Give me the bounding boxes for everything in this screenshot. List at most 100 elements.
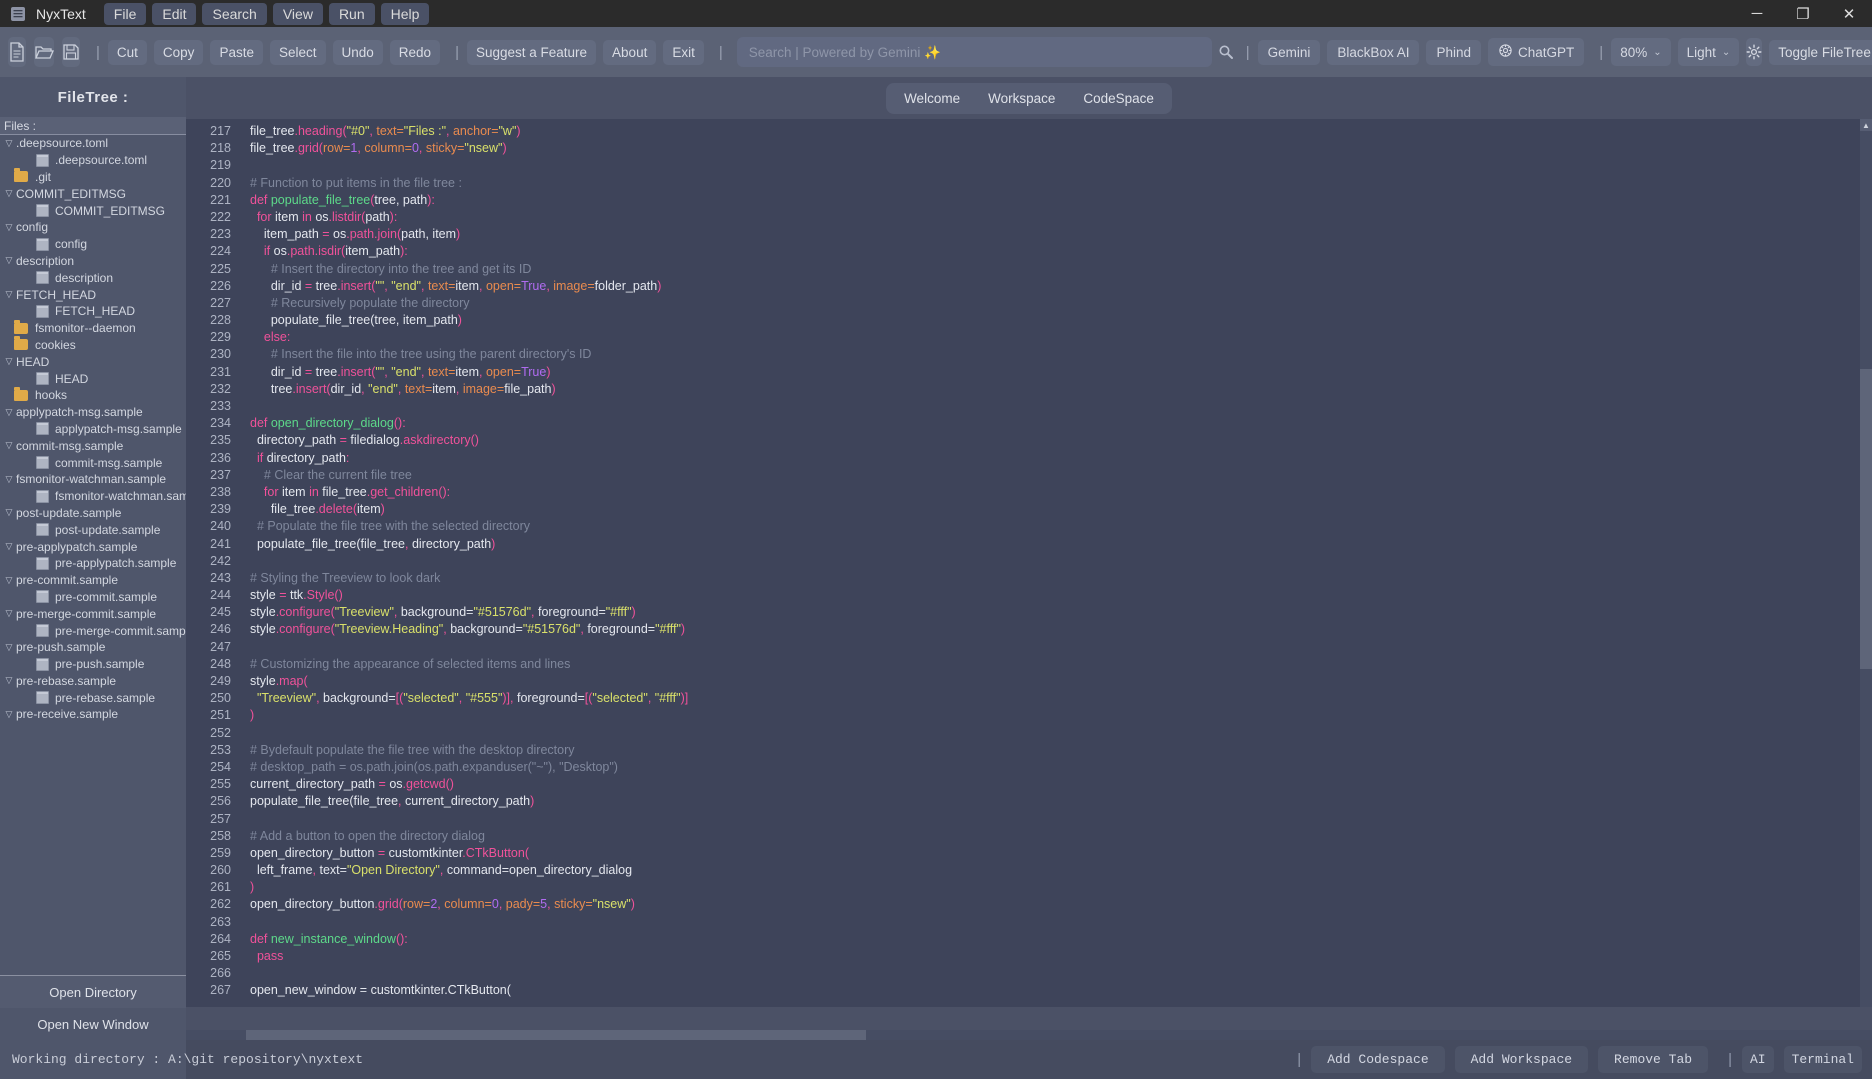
chevron-down-icon[interactable]: ▽ — [2, 474, 16, 485]
cut-button[interactable]: Cut — [108, 40, 147, 65]
code-line[interactable]: dir_id = tree.insert("", "end", text=ite… — [250, 278, 1872, 295]
code-line[interactable]: # Add a button to open the directory dia… — [250, 828, 1872, 845]
filetree-item[interactable]: hooks — [0, 387, 186, 404]
code-line[interactable]: if directory_path: — [250, 450, 1872, 467]
magnifier-icon[interactable] — [1218, 39, 1234, 65]
filetree-list[interactable]: ▽.deepsource.toml.deepsource.toml.git▽CO… — [0, 135, 186, 975]
code-line[interactable]: style.configure("Treeview", background="… — [250, 604, 1872, 621]
filetree-item[interactable]: ▽HEAD — [0, 353, 186, 370]
code-line[interactable]: pass — [250, 948, 1872, 965]
toggle-filetree-button[interactable]: Toggle FileTree — [1769, 40, 1872, 65]
code-line[interactable]: def new_instance_window(): — [250, 931, 1872, 948]
code-line[interactable]: def open_directory_dialog(): — [250, 415, 1872, 432]
select-button[interactable]: Select — [270, 40, 326, 65]
tab-workspace[interactable]: Workspace — [976, 87, 1067, 110]
chevron-down-icon[interactable]: ▽ — [2, 440, 16, 451]
undo-button[interactable]: Undo — [333, 40, 383, 65]
vscroll-thumb[interactable] — [1860, 369, 1872, 669]
suggest-feature-button[interactable]: Suggest a Feature — [467, 40, 596, 65]
code-line[interactable]: dir_id = tree.insert("", "end", text=ite… — [250, 364, 1872, 381]
code-line[interactable]: file_tree.delete(item) — [250, 501, 1872, 518]
code-line[interactable] — [250, 553, 1872, 570]
filetree-item[interactable]: ▽pre-push.sample — [0, 639, 186, 656]
code-content[interactable]: file_tree.heading("#0", text="Files :", … — [240, 119, 1872, 1007]
filetree-item[interactable]: pre-applypatch.sample — [0, 555, 186, 572]
code-line[interactable]: def populate_file_tree(tree, path): — [250, 192, 1872, 209]
filetree-item[interactable]: ▽pre-commit.sample — [0, 572, 186, 589]
chevron-down-icon[interactable]: ▽ — [2, 222, 16, 233]
filetree-item[interactable]: ▽config — [0, 219, 186, 236]
copy-button[interactable]: Copy — [154, 40, 204, 65]
chevron-down-icon[interactable]: ▽ — [2, 675, 16, 686]
chevron-down-icon[interactable]: ▽ — [2, 507, 16, 518]
filetree-item[interactable]: cookies — [0, 337, 186, 354]
filetree-item[interactable]: pre-commit.sample — [0, 589, 186, 606]
save-icon[interactable] — [62, 37, 80, 67]
gear-icon[interactable] — [1746, 38, 1762, 66]
code-line[interactable]: # Recursively populate the directory — [250, 295, 1872, 312]
maximize-button[interactable]: ❐ — [1780, 0, 1826, 27]
code-line[interactable]: # Insert the file into the tree using th… — [250, 346, 1872, 363]
blackbox-ai-button[interactable]: BlackBox AI — [1327, 40, 1419, 65]
filetree-item[interactable]: ▽commit-msg.sample — [0, 437, 186, 454]
filetree-item[interactable]: ▽pre-rebase.sample — [0, 673, 186, 690]
menu-help[interactable]: Help — [381, 3, 430, 25]
menu-file[interactable]: File — [104, 3, 147, 25]
filetree-item[interactable]: .deepsource.toml — [0, 152, 186, 169]
filetree-item[interactable]: pre-merge-commit.sample — [0, 622, 186, 639]
remove-tab-button[interactable]: Remove Tab — [1598, 1046, 1708, 1073]
chevron-down-icon[interactable]: ▽ — [2, 255, 16, 266]
chatgpt-button[interactable]: ChatGPT — [1488, 38, 1584, 66]
exit-button[interactable]: Exit — [663, 40, 704, 65]
code-line[interactable]: populate_file_tree(file_tree, directory_… — [250, 536, 1872, 553]
filetree-item[interactable]: ▽description — [0, 253, 186, 270]
filetree-item[interactable]: fsmonitor-watchman.sample — [0, 488, 186, 505]
code-line[interactable]: if os.path.isdir(item_path): — [250, 243, 1872, 260]
chevron-down-icon[interactable]: ▽ — [2, 642, 16, 653]
code-line[interactable]: # desktop_path = os.path.join(os.path.ex… — [250, 759, 1872, 776]
chevron-down-icon[interactable]: ▽ — [2, 407, 16, 418]
filetree-item[interactable]: ▽post-update.sample — [0, 505, 186, 522]
terminal-button[interactable]: Terminal — [1784, 1046, 1862, 1073]
filetree-item[interactable]: applypatch-msg.sample — [0, 421, 186, 438]
tab-codespace[interactable]: CodeSpace — [1071, 87, 1166, 110]
minimize-button[interactable]: ─ — [1734, 0, 1780, 27]
code-editor[interactable]: 2172182192202212222232242252262272282292… — [186, 119, 1872, 1007]
code-line[interactable]: file_tree.heading("#0", text="Files :", … — [250, 123, 1872, 140]
menu-search[interactable]: Search — [202, 3, 266, 25]
tab-welcome[interactable]: Welcome — [892, 87, 972, 110]
code-line[interactable]: populate_file_tree(tree, item_path) — [250, 312, 1872, 329]
code-line[interactable]: # Clear the current file tree — [250, 467, 1872, 484]
gemini-button[interactable]: Gemini — [1258, 40, 1321, 65]
code-line[interactable]: item_path = os.path.join(path, item) — [250, 226, 1872, 243]
open-directory-button[interactable]: Open Directory — [0, 976, 186, 1008]
code-line[interactable]: # Insert the directory into the tree and… — [250, 261, 1872, 278]
code-line[interactable] — [250, 639, 1872, 656]
code-line[interactable] — [250, 157, 1872, 174]
code-line[interactable]: # Bydefault populate the file tree with … — [250, 742, 1872, 759]
code-line[interactable]: style.configure("Treeview.Heading", back… — [250, 621, 1872, 638]
code-line[interactable]: # Populate the file tree with the select… — [250, 518, 1872, 535]
chevron-down-icon[interactable]: ▽ — [2, 138, 16, 149]
filetree-item[interactable]: pre-push.sample — [0, 656, 186, 673]
phind-button[interactable]: Phind — [1426, 40, 1481, 65]
filetree-item[interactable]: fsmonitor--daemon — [0, 320, 186, 337]
redo-button[interactable]: Redo — [390, 40, 440, 65]
code-line[interactable]: directory_path = filedialog.askdirectory… — [250, 432, 1872, 449]
code-line[interactable]: for item in os.listdir(path): — [250, 209, 1872, 226]
code-line[interactable] — [250, 914, 1872, 931]
chevron-down-icon[interactable]: ▽ — [2, 188, 16, 199]
filetree-item[interactable]: ▽pre-applypatch.sample — [0, 538, 186, 555]
filetree-item[interactable]: ▽pre-receive.sample — [0, 706, 186, 723]
code-vertical-scrollbar[interactable]: ▲ — [1860, 119, 1872, 1007]
paste-button[interactable]: Paste — [210, 40, 263, 65]
search-input-wrapper[interactable] — [737, 37, 1212, 67]
chevron-down-icon[interactable]: ▽ — [2, 289, 16, 300]
code-line[interactable]: # Function to put items in the file tree… — [250, 175, 1872, 192]
code-line[interactable]: open_directory_button = customtkinter.CT… — [250, 845, 1872, 862]
chevron-down-icon[interactable]: ▽ — [2, 541, 16, 552]
code-line[interactable] — [250, 965, 1872, 982]
chevron-down-icon[interactable]: ▽ — [2, 709, 16, 720]
code-line[interactable]: style.map( — [250, 673, 1872, 690]
ai-button[interactable]: AI — [1742, 1046, 1774, 1073]
